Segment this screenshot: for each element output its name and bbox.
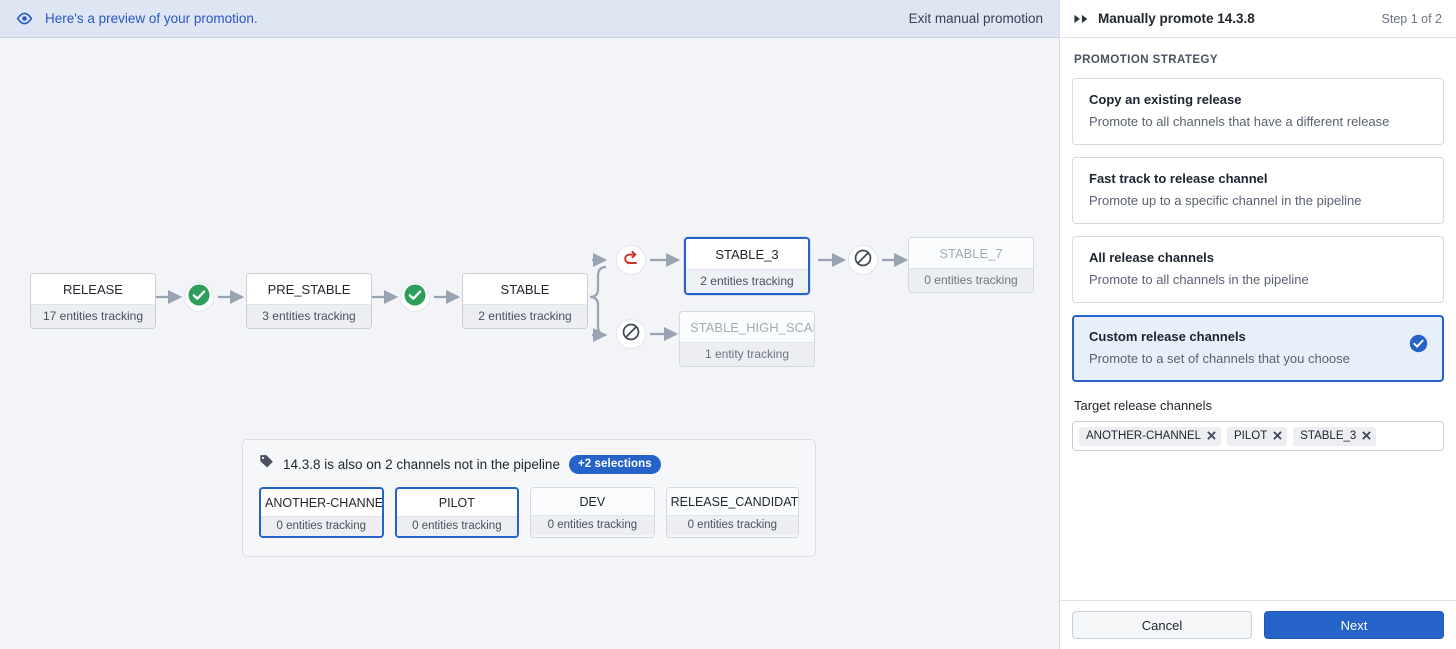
strategy-title: Copy an existing release	[1089, 92, 1242, 107]
target-release-channels-label: Target release channels	[1074, 398, 1213, 413]
gate-stable-stable-high-scale[interactable]	[616, 319, 646, 349]
node-subtitle: 2 entities tracking	[463, 304, 587, 328]
blocked-icon	[621, 322, 641, 347]
selected-check-icon	[1409, 334, 1428, 353]
channel-name: PILOT	[438, 496, 475, 510]
pipeline-node-pre-stable[interactable]: PRE_STABLE 3 entities tracking	[246, 273, 372, 329]
node-title: STABLE	[463, 274, 587, 304]
strategy-option-all-release-channels[interactable]: All release channels Promote to all chan…	[1072, 236, 1444, 303]
channel-subtitle: 0 entities tracking	[396, 516, 518, 536]
wizard-title-group: Manually promote 14.3.8	[1074, 11, 1382, 26]
channel-card-release-candidate[interactable]: RELEASE_CANDIDATE 0 entities tracking	[665, 487, 799, 538]
preview-banner: Here's a preview of your promotion. Exit…	[0, 0, 1059, 38]
pipeline-node-stable-high-scale[interactable]: STABLE_HIGH_SCALE 1 entity tracking	[679, 311, 815, 367]
pipeline-canvas: RELEASE 17 entities tracking PRE_STABLE …	[0, 38, 1060, 649]
channel-subtitle: 0 entities tracking	[666, 515, 798, 535]
promotion-wizard-pane: Manually promote 14.3.8 Step 1 of 2 PROM…	[1060, 0, 1456, 649]
target-release-channels-input[interactable]: ANOTHER-CHANNEL PILOT STABLE_3	[1072, 421, 1444, 451]
node-subtitle: 0 entities tracking	[909, 268, 1033, 292]
channel-name: ANOTHER-CHANNEL	[265, 496, 384, 510]
revert-icon	[621, 248, 641, 273]
pipeline-node-stable-7[interactable]: STABLE_7 0 entities tracking	[908, 237, 1034, 293]
gate-pre-stable-stable[interactable]	[400, 282, 430, 312]
channel-subtitle: 0 entities tracking	[531, 515, 654, 535]
gate-stable-stable-3[interactable]	[616, 245, 646, 275]
pipeline-preview-pane: Here's a preview of your promotion. Exit…	[0, 0, 1060, 649]
strategy-option-copy-existing-release[interactable]: Copy an existing release Promote to all …	[1072, 78, 1444, 145]
strategy-title: All release channels	[1089, 250, 1215, 265]
strategy-option-custom-release-channels[interactable]: Custom release channels Promote to a set…	[1072, 315, 1444, 382]
channel-subtitle: 0 entities tracking	[261, 516, 382, 536]
channel-card-dev[interactable]: DEV 0 entities tracking	[530, 487, 655, 538]
node-title: STABLE_7	[909, 238, 1033, 268]
node-title: STABLE_HIGH_SCALE	[680, 312, 814, 342]
node-title: RELEASE	[31, 274, 155, 304]
wizard-title: Manually promote 14.3.8	[1098, 11, 1255, 26]
strategy-description: Promote up to a specific channel in the …	[1089, 193, 1362, 208]
fast-forward-icon	[1074, 13, 1089, 25]
pipeline-node-stable[interactable]: STABLE 2 entities tracking	[462, 273, 588, 329]
gate-release-pre-stable[interactable]	[184, 282, 214, 312]
node-subtitle: 1 entity tracking	[680, 342, 814, 366]
check-circle-icon	[403, 283, 427, 312]
wizard-footer: Cancel Next	[1060, 600, 1456, 649]
selections-badge: +2 selections	[568, 454, 661, 474]
extra-channels-message: 14.3.8 is also on 2 channels not in the …	[283, 456, 560, 472]
promotion-preview-screen: Here's a preview of your promotion. Exit…	[0, 0, 1456, 649]
channel-name: RELEASE_CANDIDATE	[666, 488, 798, 515]
extra-channels-list: ANOTHER-CHANNEL 0 entities tracking PILO…	[259, 487, 799, 538]
wizard-body: PROMOTION STRATEGY Copy an existing rele…	[1060, 38, 1456, 600]
chip-label: ANOTHER-CHANNEL	[1086, 429, 1202, 442]
node-title: PRE_STABLE	[247, 274, 371, 304]
tag-icon	[259, 454, 274, 474]
node-subtitle: 17 entities tracking	[31, 304, 155, 328]
chip-remove-icon[interactable]	[1362, 431, 1372, 440]
banner-message-group: Here's a preview of your promotion.	[16, 10, 909, 27]
chip-remove-icon[interactable]	[1207, 431, 1216, 440]
node-subtitle: 2 entities tracking	[686, 269, 808, 293]
chip-another-channel[interactable]: ANOTHER-CHANNEL	[1079, 426, 1222, 446]
pipeline-node-release[interactable]: RELEASE 17 entities tracking	[30, 273, 156, 329]
strategy-option-fast-track[interactable]: Fast track to release channel Promote up…	[1072, 157, 1444, 224]
strategy-description: Promote to a set of channels that you ch…	[1089, 351, 1350, 366]
gate-stable-3-stable-7[interactable]	[848, 245, 878, 275]
extra-channels-card: 14.3.8 is also on 2 channels not in the …	[242, 439, 816, 557]
pipeline-node-stable-3[interactable]: STABLE_3 2 entities tracking	[684, 237, 810, 295]
blocked-icon	[853, 248, 873, 273]
exit-manual-promotion-link[interactable]: Exit manual promotion	[909, 11, 1043, 26]
channel-name: DEV	[531, 488, 654, 515]
eye-icon	[16, 10, 33, 27]
node-title: STABLE_3	[686, 239, 808, 269]
pipeline-connectors	[156, 252, 909, 343]
chip-label: STABLE_3	[1300, 429, 1357, 442]
wizard-header: Manually promote 14.3.8 Step 1 of 2	[1060, 0, 1456, 38]
strategy-title: Fast track to release channel	[1089, 171, 1268, 186]
chip-pilot[interactable]: PILOT	[1227, 426, 1288, 446]
chip-stable-3[interactable]: STABLE_3	[1293, 426, 1377, 446]
check-circle-icon	[187, 283, 211, 312]
channel-card-pilot[interactable]: PILOT 0 entities tracking	[394, 487, 520, 538]
banner-message: Here's a preview of your promotion.	[45, 11, 258, 26]
cancel-button[interactable]: Cancel	[1072, 611, 1252, 639]
chip-label: PILOT	[1234, 429, 1268, 442]
wizard-step-indicator: Step 1 of 2	[1381, 11, 1442, 26]
promotion-strategy-label: PROMOTION STRATEGY	[1074, 54, 1218, 66]
strategy-description: Promote to all channels that have a diff…	[1089, 114, 1390, 129]
channel-card-another-channel[interactable]: ANOTHER-CHANNEL 0 entities tracking	[259, 487, 384, 538]
strategy-title: Custom release channels	[1089, 329, 1246, 344]
chip-remove-icon[interactable]	[1273, 431, 1282, 440]
strategy-description: Promote to all channels in the pipeline	[1089, 272, 1309, 287]
node-subtitle: 3 entities tracking	[247, 304, 371, 328]
next-button[interactable]: Next	[1264, 611, 1444, 639]
extra-channels-header: 14.3.8 is also on 2 channels not in the …	[259, 454, 799, 474]
